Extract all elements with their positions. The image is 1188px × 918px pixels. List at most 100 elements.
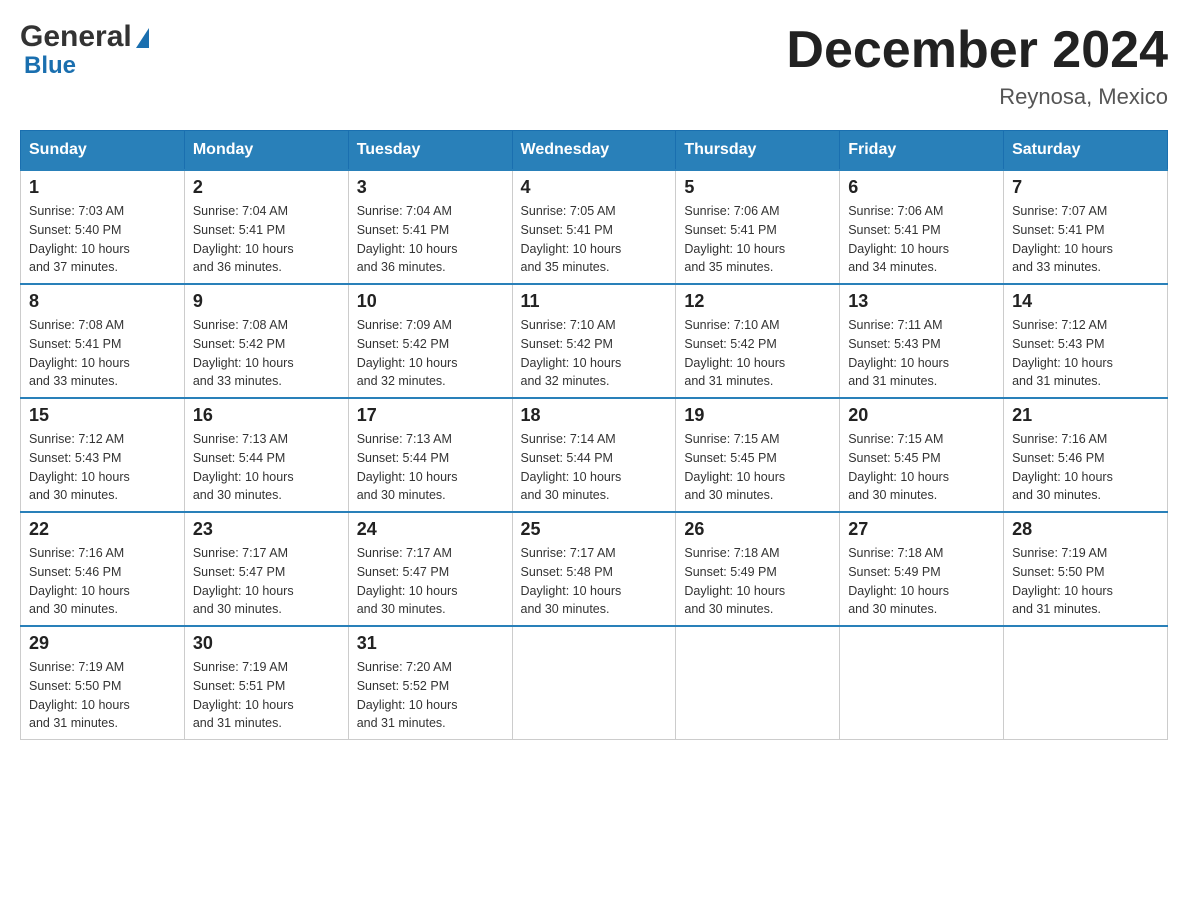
month-title: December 2024: [786, 20, 1168, 80]
day-number: 27: [848, 519, 995, 540]
day-info: Sunrise: 7:13 AMSunset: 5:44 PMDaylight:…: [357, 430, 504, 505]
day-info: Sunrise: 7:19 AMSunset: 5:50 PMDaylight:…: [1012, 544, 1159, 619]
day-number: 15: [29, 405, 176, 426]
day-info: Sunrise: 7:12 AMSunset: 5:43 PMDaylight:…: [29, 430, 176, 505]
day-cell-23: 23 Sunrise: 7:17 AMSunset: 5:47 PMDayligh…: [184, 512, 348, 626]
week-row-4: 22 Sunrise: 7:16 AMSunset: 5:46 PMDayligh…: [21, 512, 1168, 626]
day-cell-7: 7 Sunrise: 7:07 AMSunset: 5:41 PMDaylight…: [1004, 170, 1168, 284]
location: Reynosa, Mexico: [786, 84, 1168, 110]
day-cell-22: 22 Sunrise: 7:16 AMSunset: 5:46 PMDayligh…: [21, 512, 185, 626]
title-block: December 2024 Reynosa, Mexico: [786, 20, 1168, 110]
calendar-header-friday: Friday: [840, 131, 1004, 171]
day-cell-8: 8 Sunrise: 7:08 AMSunset: 5:41 PMDaylight…: [21, 284, 185, 398]
day-info: Sunrise: 7:08 AMSunset: 5:41 PMDaylight:…: [29, 316, 176, 391]
week-row-3: 15 Sunrise: 7:12 AMSunset: 5:43 PMDayligh…: [21, 398, 1168, 512]
day-info: Sunrise: 7:04 AMSunset: 5:41 PMDaylight:…: [193, 202, 340, 277]
calendar-table: SundayMondayTuesdayWednesdayThursdayFrid…: [20, 130, 1168, 740]
day-number: 14: [1012, 291, 1159, 312]
day-cell-2: 2 Sunrise: 7:04 AMSunset: 5:41 PMDaylight…: [184, 170, 348, 284]
day-info: Sunrise: 7:08 AMSunset: 5:42 PMDaylight:…: [193, 316, 340, 391]
day-number: 12: [684, 291, 831, 312]
day-number: 8: [29, 291, 176, 312]
day-cell-28: 28Sunrise: 7:19 AMSunset: 5:50 PMDayligh…: [1004, 512, 1168, 626]
day-cell-24: 24Sunrise: 7:17 AMSunset: 5:47 PMDayligh…: [348, 512, 512, 626]
day-number: 13: [848, 291, 995, 312]
week-row-2: 8 Sunrise: 7:08 AMSunset: 5:41 PMDaylight…: [21, 284, 1168, 398]
day-number: 26: [684, 519, 831, 540]
logo-triangle-icon: [136, 28, 149, 48]
day-info: Sunrise: 7:07 AMSunset: 5:41 PMDaylight:…: [1012, 202, 1159, 277]
empty-cell: [1004, 626, 1168, 740]
day-number: 7: [1012, 177, 1159, 198]
day-info: Sunrise: 7:03 AMSunset: 5:40 PMDaylight:…: [29, 202, 176, 277]
day-cell-3: 3Sunrise: 7:04 AMSunset: 5:41 PMDaylight…: [348, 170, 512, 284]
day-cell-17: 17 Sunrise: 7:13 AMSunset: 5:44 PMDayligh…: [348, 398, 512, 512]
day-cell-6: 6Sunrise: 7:06 AMSunset: 5:41 PMDaylight…: [840, 170, 1004, 284]
week-row-5: 29 Sunrise: 7:19 AMSunset: 5:50 PMDayligh…: [21, 626, 1168, 740]
calendar-header-monday: Monday: [184, 131, 348, 171]
calendar-header-thursday: Thursday: [676, 131, 840, 171]
day-number: 9: [193, 291, 340, 312]
day-cell-10: 10 Sunrise: 7:09 AMSunset: 5:42 PMDayligh…: [348, 284, 512, 398]
day-info: Sunrise: 7:16 AMSunset: 5:46 PMDaylight:…: [29, 544, 176, 619]
day-info: Sunrise: 7:14 AMSunset: 5:44 PMDaylight:…: [521, 430, 668, 505]
day-info: Sunrise: 7:19 AMSunset: 5:51 PMDaylight:…: [193, 658, 340, 733]
logo-blue-text: Blue: [24, 52, 76, 79]
day-info: Sunrise: 7:06 AMSunset: 5:41 PMDaylight:…: [684, 202, 831, 277]
day-number: 24: [357, 519, 504, 540]
day-cell-1: 1 Sunrise: 7:03 AMSunset: 5:40 PMDaylight…: [21, 170, 185, 284]
calendar-header-row: SundayMondayTuesdayWednesdayThursdayFrid…: [21, 131, 1168, 171]
day-number: 22: [29, 519, 176, 540]
empty-cell: [676, 626, 840, 740]
day-number: 10: [357, 291, 504, 312]
logo: General Blue: [20, 20, 149, 80]
empty-cell: [840, 626, 1004, 740]
calendar-header-saturday: Saturday: [1004, 131, 1168, 171]
day-number: 29: [29, 633, 176, 654]
day-cell-16: 16Sunrise: 7:13 AMSunset: 5:44 PMDayligh…: [184, 398, 348, 512]
day-number: 19: [684, 405, 831, 426]
day-number: 20: [848, 405, 995, 426]
day-info: Sunrise: 7:12 AMSunset: 5:43 PMDaylight:…: [1012, 316, 1159, 391]
day-number: 17: [357, 405, 504, 426]
day-info: Sunrise: 7:18 AMSunset: 5:49 PMDaylight:…: [848, 544, 995, 619]
day-info: Sunrise: 7:09 AMSunset: 5:42 PMDaylight:…: [357, 316, 504, 391]
empty-cell: [512, 626, 676, 740]
day-cell-4: 4 Sunrise: 7:05 AMSunset: 5:41 PMDaylight…: [512, 170, 676, 284]
week-row-1: 1 Sunrise: 7:03 AMSunset: 5:40 PMDaylight…: [21, 170, 1168, 284]
day-info: Sunrise: 7:20 AMSunset: 5:52 PMDaylight:…: [357, 658, 504, 733]
day-cell-21: 21Sunrise: 7:16 AMSunset: 5:46 PMDayligh…: [1004, 398, 1168, 512]
day-info: Sunrise: 7:19 AMSunset: 5:50 PMDaylight:…: [29, 658, 176, 733]
day-info: Sunrise: 7:15 AMSunset: 5:45 PMDaylight:…: [684, 430, 831, 505]
day-number: 3: [357, 177, 504, 198]
day-number: 2: [193, 177, 340, 198]
day-number: 1: [29, 177, 176, 198]
day-info: Sunrise: 7:18 AMSunset: 5:49 PMDaylight:…: [684, 544, 831, 619]
day-info: Sunrise: 7:15 AMSunset: 5:45 PMDaylight:…: [848, 430, 995, 505]
day-number: 4: [521, 177, 668, 198]
day-number: 16: [193, 405, 340, 426]
day-number: 25: [521, 519, 668, 540]
day-cell-13: 13Sunrise: 7:11 AMSunset: 5:43 PMDayligh…: [840, 284, 1004, 398]
day-cell-5: 5 Sunrise: 7:06 AMSunset: 5:41 PMDaylight…: [676, 170, 840, 284]
day-info: Sunrise: 7:06 AMSunset: 5:41 PMDaylight:…: [848, 202, 995, 277]
day-cell-11: 11Sunrise: 7:10 AMSunset: 5:42 PMDayligh…: [512, 284, 676, 398]
day-cell-19: 19 Sunrise: 7:15 AMSunset: 5:45 PMDayligh…: [676, 398, 840, 512]
logo-general-text: General: [20, 20, 132, 54]
day-cell-26: 26 Sunrise: 7:18 AMSunset: 5:49 PMDayligh…: [676, 512, 840, 626]
day-number: 21: [1012, 405, 1159, 426]
day-cell-9: 9 Sunrise: 7:08 AMSunset: 5:42 PMDaylight…: [184, 284, 348, 398]
calendar-header-tuesday: Tuesday: [348, 131, 512, 171]
day-cell-27: 27 Sunrise: 7:18 AMSunset: 5:49 PMDayligh…: [840, 512, 1004, 626]
day-cell-14: 14 Sunrise: 7:12 AMSunset: 5:43 PMDayligh…: [1004, 284, 1168, 398]
day-info: Sunrise: 7:17 AMSunset: 5:47 PMDaylight:…: [193, 544, 340, 619]
day-cell-31: 31 Sunrise: 7:20 AMSunset: 5:52 PMDayligh…: [348, 626, 512, 740]
day-cell-20: 20 Sunrise: 7:15 AMSunset: 5:45 PMDayligh…: [840, 398, 1004, 512]
day-number: 5: [684, 177, 831, 198]
day-number: 23: [193, 519, 340, 540]
day-number: 31: [357, 633, 504, 654]
day-info: Sunrise: 7:10 AMSunset: 5:42 PMDaylight:…: [521, 316, 668, 391]
day-info: Sunrise: 7:17 AMSunset: 5:48 PMDaylight:…: [521, 544, 668, 619]
day-cell-15: 15 Sunrise: 7:12 AMSunset: 5:43 PMDayligh…: [21, 398, 185, 512]
day-info: Sunrise: 7:05 AMSunset: 5:41 PMDaylight:…: [521, 202, 668, 277]
